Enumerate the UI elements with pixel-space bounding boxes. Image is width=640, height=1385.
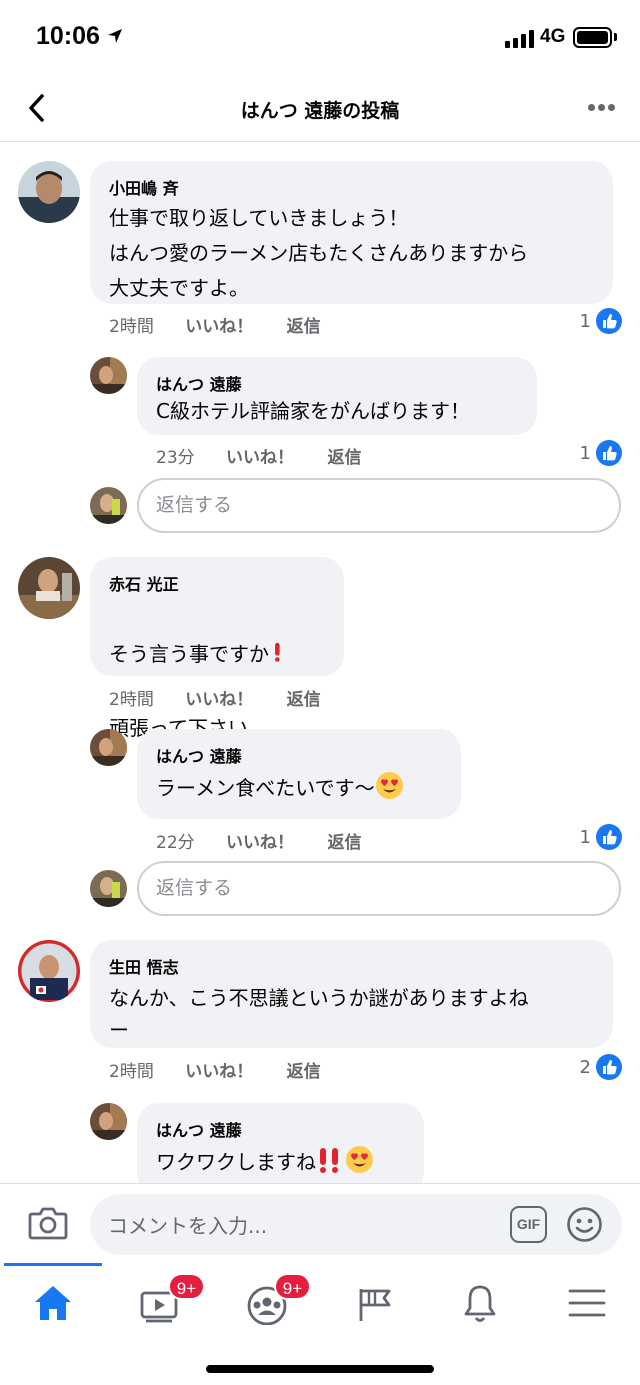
like-count[interactable]: 1 (580, 308, 622, 334)
avatar[interactable] (90, 357, 127, 394)
like-action[interactable]: いいね！ (185, 317, 253, 337)
reply-action[interactable]: 返信 (287, 317, 321, 337)
status-bar: 10:06 4G (0, 0, 640, 76)
comment-time: 2時間 (109, 690, 154, 710)
comment-text-line: ラーメン食べたいです〜 (156, 776, 375, 800)
comment-bubble[interactable]: 赤石 光正 そう言う事ですか 頑張って下さい (90, 557, 344, 740)
notification-badge: 9+ (274, 1273, 311, 1300)
tab-home[interactable] (24, 1281, 84, 1331)
reply-action[interactable]: 返信 (287, 1062, 321, 1082)
like-action[interactable]: いいね！ (185, 690, 253, 710)
bell-icon (464, 1285, 496, 1322)
tab-groups[interactable]: 9+ (244, 1273, 311, 1331)
cellular-signal-icon (505, 30, 535, 48)
like-count[interactable]: 1 (580, 440, 622, 466)
like-count[interactable]: 2 (580, 1054, 622, 1080)
heart-eyes-emoji-icon (346, 1146, 373, 1173)
comment-text-line: ワクワクしますね (156, 1150, 316, 1174)
battery-cap (614, 33, 617, 41)
avatar[interactable] (18, 940, 80, 1002)
like-action[interactable]: いいね！ (185, 1062, 253, 1082)
comment-bubble[interactable]: 小田嶋 斉 仕事で取り返していきましょう！ はんつ愛のラーメン店もたくさんありま… (90, 161, 613, 304)
more-options-icon[interactable] (588, 104, 616, 112)
comment-time: 2時間 (109, 1062, 154, 1082)
comment-text: 仕事で取り返していきましょう！ はんつ愛のラーメン店もたくさんありますから 大丈… (109, 206, 529, 300)
heart-eyes-emoji-icon (375, 772, 403, 799)
status-time: 10:06 (36, 22, 100, 50)
comment-meta: 23分 いいね！ 返信 (156, 443, 389, 468)
avatar[interactable] (90, 1103, 127, 1140)
comment-time: 2時間 (109, 317, 154, 337)
comment-text: C級ホテル評論家をがんばります！ (156, 399, 470, 423)
like-count-number: 2 (579, 1056, 591, 1078)
thumbs-up-icon (596, 308, 622, 334)
comment-bubble[interactable]: はんつ 遠藤 ラーメン食べたいです〜 (137, 729, 461, 819)
red-exclamation-icon (275, 642, 280, 662)
comment-meta: 2時間 いいね！ 返信 (109, 312, 349, 337)
home-icon (35, 1286, 71, 1320)
comment-text-line: そう言う事ですか (109, 642, 269, 666)
flag-icon (359, 1289, 391, 1321)
tab-watch[interactable]: 9+ (138, 1273, 205, 1331)
double-exclamation-icon (320, 1148, 338, 1173)
comment-author[interactable]: 小田嶋 斉 (109, 175, 595, 199)
comment-meta: 22分 いいね！ 返信 (156, 828, 389, 853)
comment-author[interactable]: はんつ 遠藤 (156, 1117, 406, 1141)
comments-feed[interactable]: 小田嶋 斉 仕事で取り返していきましょう！ はんつ愛のラーメン店もたくさんありま… (0, 143, 640, 1183)
home-indicator (206, 1365, 434, 1373)
hamburger-menu-icon (568, 1289, 606, 1317)
reply-action[interactable]: 返信 (327, 833, 361, 853)
avatar[interactable] (18, 557, 80, 619)
comment-text: なんか、こう不思議というか謎がありますよね ー (109, 986, 529, 1042)
comment-text: ワクワクしますね (156, 1145, 406, 1179)
network-type: 4G (540, 26, 566, 47)
current-user-avatar (90, 870, 127, 907)
reply-action[interactable]: 返信 (287, 690, 321, 710)
avatar[interactable] (18, 161, 80, 223)
emoji-picker-icon[interactable] (566, 1206, 603, 1243)
like-count[interactable]: 1 (580, 824, 622, 850)
thumbs-up-icon (596, 1054, 622, 1080)
comment-bubble[interactable]: 生田 悟志 なんか、こう不思議というか謎がありますよね ー (90, 940, 613, 1048)
reply-input[interactable]: 返信する (137, 478, 621, 533)
location-arrow-icon (108, 29, 122, 43)
thumbs-up-icon (596, 824, 622, 850)
nav-bar: はんつ 遠藤の投稿 (0, 76, 640, 142)
page-title: はんつ 遠藤の投稿 (240, 100, 400, 122)
thumbs-up-icon (596, 440, 622, 466)
reply-action[interactable]: 返信 (327, 448, 361, 468)
comment-placeholder: コメントを入力... (108, 1214, 268, 1238)
comment-time: 23分 (156, 448, 195, 468)
comment-bubble[interactable]: はんつ 遠藤 ワクワクしますね (137, 1103, 424, 1183)
comment-composer: コメントを入力... GIF (0, 1183, 640, 1263)
comment-bubble[interactable]: はんつ 遠藤 C級ホテル評論家をがんばります！ (137, 357, 537, 435)
avatar[interactable] (90, 729, 127, 766)
reply-input[interactable]: 返信する (137, 861, 621, 916)
like-count-number: 1 (579, 826, 591, 848)
comment-author[interactable]: はんつ 遠藤 (156, 743, 443, 767)
active-tab-indicator (4, 1263, 102, 1266)
battery-icon (573, 27, 612, 48)
comment-author[interactable]: はんつ 遠藤 (156, 371, 519, 395)
comment-meta: 2時間 いいね！ 返信 (109, 685, 349, 710)
tab-pages[interactable] (352, 1281, 412, 1331)
comment-author[interactable]: 赤石 光正 (109, 571, 326, 595)
comment-text: ラーメン食べたいです〜 (156, 771, 443, 805)
gif-button[interactable]: GIF (510, 1206, 547, 1243)
comment-time: 22分 (156, 833, 195, 853)
tab-notifications[interactable] (456, 1281, 516, 1331)
like-action[interactable]: いいね！ (226, 833, 294, 853)
like-action[interactable]: いいね！ (226, 448, 294, 468)
tab-menu[interactable] (566, 1281, 626, 1331)
comment-meta: 2時間 いいね！ 返信 (109, 1057, 349, 1082)
comment-author[interactable]: 生田 悟志 (109, 954, 595, 978)
notification-badge: 9+ (168, 1273, 205, 1300)
like-count-number: 1 (579, 442, 591, 464)
comment-input[interactable]: コメントを入力... GIF (90, 1194, 622, 1255)
like-count-number: 1 (579, 310, 591, 332)
camera-icon[interactable] (28, 1205, 68, 1241)
current-user-avatar (90, 487, 127, 524)
